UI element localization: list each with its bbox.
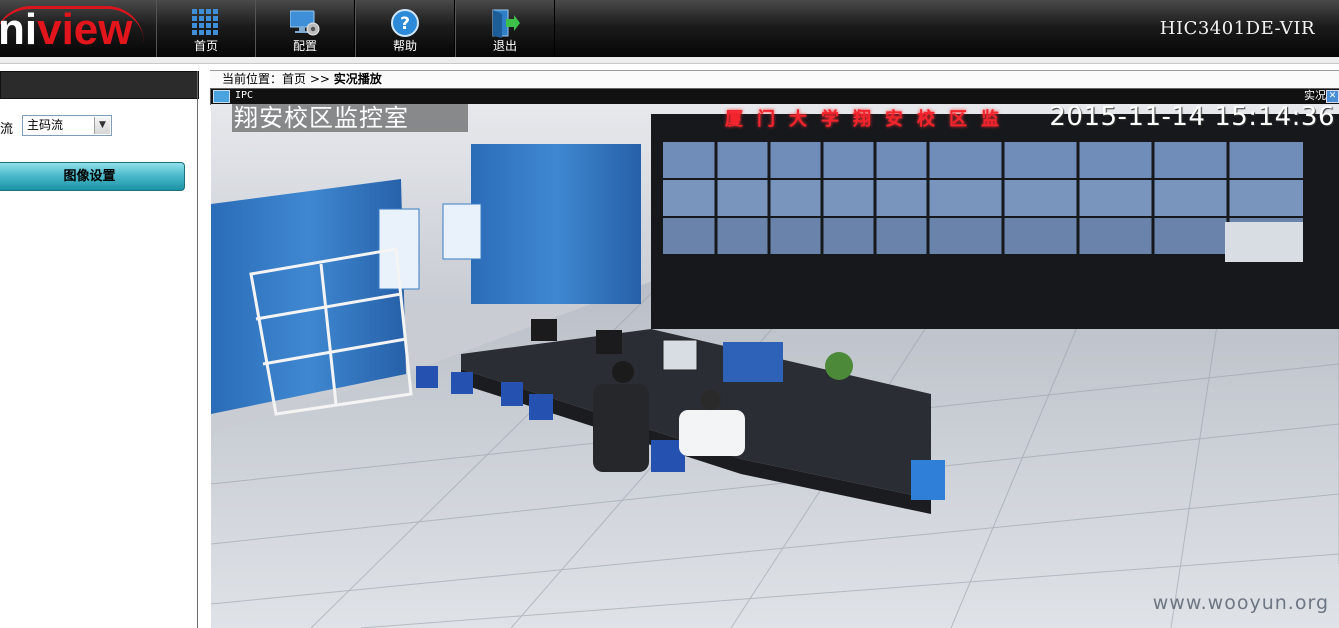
camera-scene xyxy=(211,104,1339,628)
breadcrumb-separator: >> xyxy=(309,72,330,86)
potted-plant xyxy=(825,352,853,380)
panel-divider xyxy=(197,71,198,628)
chevron-down-icon[interactable]: ▼ xyxy=(94,117,110,134)
panel-header xyxy=(0,71,199,99)
close-icon[interactable]: ✕ xyxy=(1326,90,1339,103)
osd-timestamp: 2015-11-14 15:14:36 xyxy=(1049,104,1335,132)
desk-monitor xyxy=(662,339,698,371)
middle-window-curtain xyxy=(471,144,641,304)
header-divider xyxy=(0,57,1339,64)
desk-monitor xyxy=(596,330,622,354)
logo-text: niview xyxy=(0,5,133,54)
wall-poster xyxy=(442,203,482,260)
breadcrumb-prefix: 当前位置： xyxy=(222,72,283,86)
stream-select-value: 主码流 xyxy=(27,118,64,132)
desk-monitor xyxy=(531,319,557,341)
device-model-label: HIC3401DE-VIR xyxy=(1159,18,1315,39)
uniview-logo: niview xyxy=(0,0,156,57)
nav-home-label: 首页 xyxy=(193,39,218,53)
nav-help-label: 帮助 xyxy=(392,39,417,53)
nav-config-label: 配置 xyxy=(292,39,317,53)
osd-camera-name: 翔安校区监控室 xyxy=(232,104,468,132)
binders xyxy=(723,342,783,382)
nav-exit-button[interactable]: 退出 xyxy=(455,0,555,57)
channel-label: IPC xyxy=(235,90,254,101)
video-wall-screens xyxy=(663,142,1303,262)
watermark: www.wooyun.org xyxy=(1152,592,1329,614)
live-video-feed[interactable]: 翔安校区监控室 厦门大学翔安校区监 2015-11-14 15:14:36 ww… xyxy=(211,104,1339,628)
nav-config-button[interactable]: 配置 xyxy=(255,0,355,57)
monitor-gear-icon xyxy=(290,10,320,36)
breadcrumb-current: 实况播放 xyxy=(333,72,382,86)
stream-label: 流 xyxy=(0,122,14,137)
top-navigation-bar: niview 首页 配置 ? 帮助 退出 HIC3401DE-VIR xyxy=(0,0,1339,58)
nav-exit-label: 退出 xyxy=(492,39,517,53)
folder-icon xyxy=(213,90,230,103)
nav-help-button[interactable]: ? 帮助 xyxy=(355,0,455,57)
breadcrumb: 当前位置：首页 >> 实况播放 xyxy=(210,70,1339,89)
video-window-header: IPC 实况 ✕ xyxy=(210,88,1339,105)
help-icon: ? xyxy=(391,9,419,37)
exit-door-icon xyxy=(492,9,520,38)
grid-icon xyxy=(192,9,218,35)
nav-home-button[interactable]: 首页 xyxy=(156,0,256,57)
image-settings-button[interactable]: 图像设置 xyxy=(0,162,185,191)
svg-text:?: ? xyxy=(400,14,410,34)
led-scroll-banner: 厦门大学翔安校区监 xyxy=(725,109,1013,130)
breadcrumb-home[interactable]: 首页 xyxy=(282,72,306,86)
left-control-panel: 流 主码流 ▼ 图像设置 xyxy=(0,64,206,628)
stream-select[interactable]: 主码流 ▼ xyxy=(22,115,112,136)
left-window-curtain xyxy=(211,179,406,414)
trash-bin xyxy=(911,460,945,500)
live-view-label: 实况 xyxy=(1304,89,1326,102)
